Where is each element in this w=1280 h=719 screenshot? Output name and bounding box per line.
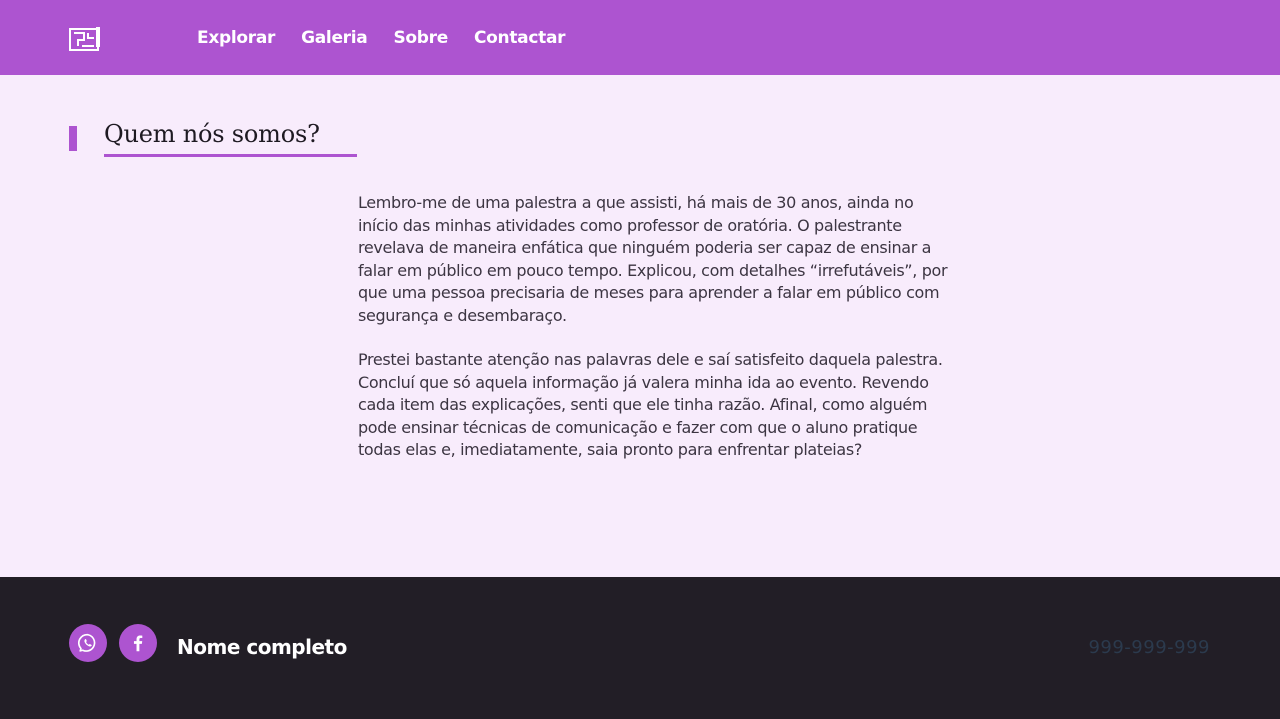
nav-sobre[interactable]: Sobre [393, 28, 448, 48]
title-underline [104, 154, 357, 157]
section-title-marker [69, 126, 77, 151]
site-footer: Nome completo 999-999-999 [0, 577, 1280, 719]
paragraph-1: Lembro-me de uma palestra a que assisti,… [358, 193, 948, 325]
facebook-icon[interactable] [119, 624, 157, 662]
blueprint-logo-icon[interactable] [69, 26, 101, 52]
whatsapp-icon[interactable] [69, 624, 107, 662]
about-text: Lembro-me de uma palestra a que assisti,… [358, 192, 958, 484]
page-title: Quem nós somos? [104, 120, 320, 148]
paragraph-2: Prestei bastante atenção nas palavras de… [358, 350, 943, 459]
main-nav: Explorar Galeria Sobre Contactar [197, 0, 591, 75]
site-header: Explorar Galeria Sobre Contactar [0, 0, 1280, 75]
footer-phone: 999-999-999 [1088, 637, 1210, 658]
nav-galeria[interactable]: Galeria [301, 28, 368, 48]
nav-explorar[interactable]: Explorar [197, 28, 275, 48]
nav-contactar[interactable]: Contactar [474, 28, 566, 48]
footer-name: Nome completo [177, 635, 347, 659]
